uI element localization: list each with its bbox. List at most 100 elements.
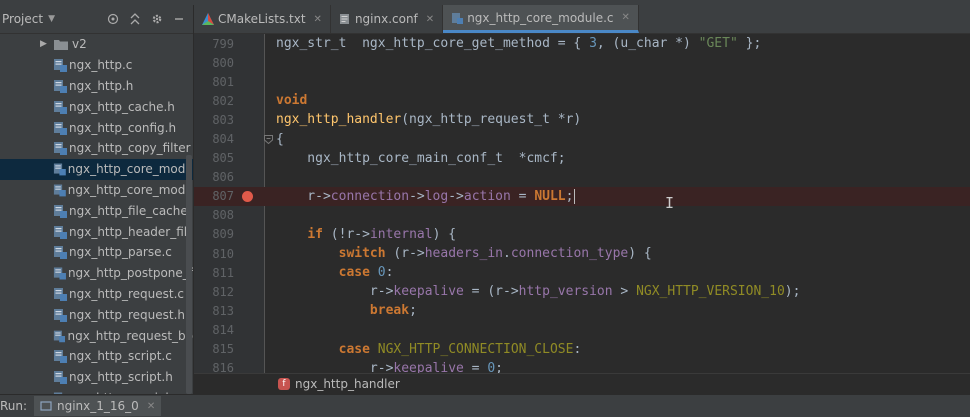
tree-file[interactable]: ngx_http_script.c: [0, 346, 193, 367]
tree-file[interactable]: ngx_http_request.c: [0, 284, 193, 305]
tree-scrollbar[interactable]: [186, 155, 192, 394]
code-line[interactable]: 806: [194, 168, 970, 187]
conf-file-icon: [339, 13, 355, 25]
chevron-right-icon[interactable]: ▶: [40, 39, 50, 49]
run-config-tab[interactable]: nginx_1_16_0 ✕: [34, 396, 162, 416]
editor-tab[interactable]: nginx.conf ✕: [331, 5, 444, 33]
line-number[interactable]: 806: [194, 170, 264, 184]
locate-icon[interactable]: [105, 11, 121, 27]
c-file-icon: [53, 267, 66, 280]
editor-tab[interactable]: ngx_http_core_module.c ✕: [443, 5, 639, 33]
code-line[interactable]: 815 case NGX_HTTP_CONNECTION_CLOSE:: [194, 340, 970, 359]
tree-file[interactable]: ngx_http_parse.c: [0, 242, 193, 263]
code-line[interactable]: 813 break;: [194, 301, 970, 320]
tree-item-label: v2: [72, 37, 87, 52]
tree-folder[interactable]: ▶ v2: [0, 34, 193, 55]
close-icon[interactable]: ✕: [314, 14, 322, 25]
c-file-icon: [54, 121, 67, 135]
tree-item-label: ngx_http_script.h: [69, 370, 173, 385]
c-file-icon: [54, 225, 67, 239]
line-number[interactable]: 801: [194, 75, 264, 89]
editor-tab-label: nginx.conf: [354, 12, 418, 26]
code-text: switch (r->headers_in.connection_type) {: [338, 246, 652, 262]
tree-file[interactable]: ngx_http_postpone_f: [0, 263, 193, 284]
line-number[interactable]: 799: [194, 37, 264, 51]
project-header: Project ▼: [0, 5, 193, 34]
editor-tab[interactable]: CMakeLists.txt ✕: [194, 5, 331, 33]
line-number[interactable]: 810: [194, 247, 264, 261]
line-number[interactable]: 814: [194, 323, 264, 337]
tree-item-label: ngx_http_copy_filter: [69, 141, 191, 156]
fold-icon[interactable]: [264, 133, 273, 145]
tree-file[interactable]: ngx_http_request.h: [0, 304, 193, 325]
tree-file[interactable]: ngx_http_core_modu: [0, 180, 193, 201]
line-number[interactable]: 800: [194, 56, 264, 70]
tree-file[interactable]: ngx_http_cache.h: [0, 96, 193, 117]
code-line[interactable]: 799 ngx_str_t ngx_http_core_get_method = …: [194, 34, 970, 53]
tree-file[interactable]: ngx_http_request_bo: [0, 325, 193, 346]
code-line[interactable]: 809 if (!r->internal) {: [194, 225, 970, 244]
tree-item-label: ngx_http_request.c: [69, 286, 184, 301]
code-text: ngx_http_core_main_conf_t *cmcf;: [276, 150, 566, 166]
line-number[interactable]: 813: [194, 304, 264, 318]
tree-file[interactable]: ngx_http_header_filt: [0, 221, 193, 242]
breadcrumb-function[interactable]: ngx_http_handler: [295, 377, 400, 391]
line-number[interactable]: 804: [194, 132, 264, 146]
line-number[interactable]: 812: [194, 285, 264, 299]
code-line[interactable]: 801: [194, 72, 970, 91]
line-number[interactable]: 815: [194, 342, 264, 356]
c-file-icon: [53, 330, 66, 342]
tree-file[interactable]: ngx_http.c: [0, 55, 193, 76]
code-line[interactable]: 802 void: [194, 91, 970, 110]
tree-item-label: ngx_http_core_modu: [67, 162, 193, 177]
line-number[interactable]: 802: [194, 94, 264, 108]
code-line[interactable]: 804{: [194, 129, 970, 148]
close-icon[interactable]: ✕: [147, 401, 155, 412]
chevron-down-icon[interactable]: ▼: [48, 14, 55, 24]
code-text: r->connection->log->action = NULL;: [276, 188, 576, 204]
code-line[interactable]: 816 r->keepalive = 0;: [194, 359, 970, 374]
c-file-icon: [53, 184, 66, 197]
tree-file[interactable]: ngx_http_script.h: [0, 367, 193, 388]
code-line[interactable]: 807 r->connection->log->action = NULL;: [194, 186, 970, 206]
tree-file[interactable]: ngx_http_file_cache.: [0, 200, 193, 221]
line-number[interactable]: 811: [194, 266, 264, 280]
tree-file[interactable]: ngx_http.h: [0, 76, 193, 97]
code-line[interactable]: 808: [194, 206, 970, 225]
project-title[interactable]: Project: [2, 12, 43, 26]
code-line[interactable]: 803 ngx_http_handler(ngx_http_request_t *…: [194, 110, 970, 129]
code-lines[interactable]: 799 ngx_str_t ngx_http_core_get_method = …: [194, 34, 970, 374]
code-line[interactable]: 800: [194, 53, 970, 72]
code-line[interactable]: 805 ngx_http_core_main_conf_t *cmcf;: [194, 149, 970, 168]
tree-file[interactable]: ngx_http_copy_filter: [0, 138, 193, 159]
code-line[interactable]: 810 switch (r->headers_in.connection_typ…: [194, 244, 970, 263]
hide-panel-icon[interactable]: [171, 11, 187, 27]
breakpoint-icon[interactable]: [242, 190, 253, 202]
tree-file[interactable]: ngx_http_core_modu: [0, 158, 193, 180]
tree-item-label: ngx_http_cache.h: [69, 99, 175, 114]
close-icon[interactable]: ✕: [426, 14, 434, 25]
c-file-icon: [54, 350, 67, 364]
breadcrumb[interactable]: f ngx_http_handler: [194, 373, 970, 394]
tree-file[interactable]: ngx_http_config.h: [0, 117, 193, 138]
line-number[interactable]: 805: [194, 151, 264, 165]
line-number[interactable]: 807: [194, 189, 264, 203]
project-tree: ▶ v2 ngx_http.c ngx_http.h ngx_http_cache.hn…: [0, 34, 193, 394]
line-number[interactable]: 803: [194, 113, 264, 127]
collapse-all-icon[interactable]: [127, 11, 143, 27]
tree-item-label: ngx_http_parse.c: [69, 245, 172, 260]
line-number[interactable]: 809: [194, 227, 264, 241]
close-icon[interactable]: ✕: [622, 12, 630, 23]
code-area[interactable]: 799 ngx_str_t ngx_http_core_get_method = …: [194, 34, 970, 374]
tree-item-label: ngx_http_request_bo: [67, 328, 193, 343]
line-number[interactable]: 808: [194, 208, 264, 222]
function-icon: f: [278, 378, 290, 390]
gear-icon[interactable]: [149, 11, 165, 27]
text-caret: [574, 188, 576, 204]
folder-icon: [54, 39, 68, 50]
code-line[interactable]: 812 r->keepalive = (r->http_version > NG…: [194, 282, 970, 301]
editor-tab-label: ngx_http_core_module.c: [467, 10, 614, 25]
code-line[interactable]: 814: [194, 320, 970, 339]
code-line[interactable]: 811 case 0:: [194, 263, 970, 282]
code-text: case NGX_HTTP_CONNECTION_CLOSE:: [338, 341, 582, 357]
